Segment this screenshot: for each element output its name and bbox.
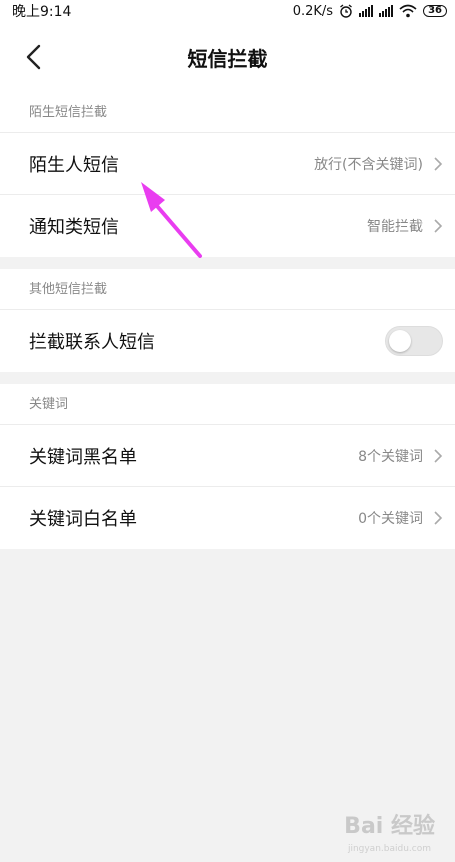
row-label: 关键词白名单 [29, 509, 137, 530]
back-arrow-icon[interactable] [22, 44, 46, 70]
chevron-right-icon [434, 219, 443, 233]
row-value: 智能拦截 [367, 219, 423, 235]
watermark-url: jingyan.baidu.com [347, 844, 431, 854]
row-value: 8个关键词 [358, 448, 423, 465]
status-time: 晚上9:14 [12, 4, 72, 20]
chevron-right-icon [434, 511, 443, 525]
block-contacts-toggle[interactable] [385, 326, 443, 356]
chevron-right-icon [434, 156, 443, 171]
row-keyword-blacklist[interactable]: 关键词黑名单 8个关键词 [0, 425, 455, 487]
row-block-contact-sms: 拦截联系人短信 [0, 310, 455, 372]
watermark-logo: Bai 经验 [344, 814, 435, 839]
row-label: 拦截联系人短信 [29, 332, 155, 353]
nav-header: 短信拦截 [0, 22, 455, 92]
status-bar: 晚上9:14 0.2K/s 36 [0, 0, 455, 22]
row-label: 陌生人短信 [29, 154, 119, 176]
page-title: 短信拦截 [187, 46, 268, 71]
section-other-sms: 其他短信拦截 拦截联系人短信 [0, 269, 455, 372]
signal-icon-1 [359, 5, 374, 17]
chevron-right-icon [434, 448, 443, 463]
row-value: 0个关键词 [358, 511, 423, 527]
status-icons: 0.2K/s 36 [293, 4, 447, 19]
row-stranger-sms[interactable]: 陌生人短信 放行(不含关键词) [0, 133, 455, 195]
battery-icon: 36 [423, 5, 447, 17]
alarm-icon [340, 4, 352, 18]
section-label: 其他短信拦截 [0, 269, 455, 310]
network-speed: 0.2K/s [292, 3, 334, 19]
row-label: 关键词黑名单 [29, 446, 137, 468]
signal-icon-2 [379, 5, 394, 17]
toggle-knob [389, 330, 411, 352]
row-keyword-whitelist[interactable]: 关键词白名单 0个关键词 [0, 487, 455, 549]
row-label: 通知类短信 [29, 217, 119, 238]
section-keywords: 关键词 关键词黑名单 8个关键词 关键词白名单 0个关键词 [0, 384, 455, 549]
section-label: 陌生短信拦截 [0, 92, 455, 133]
row-notification-sms[interactable]: 通知类短信 智能拦截 [0, 195, 455, 257]
section-label: 关键词 [0, 384, 455, 425]
wifi-icon [399, 4, 417, 18]
row-value: 放行(不含关键词) [314, 156, 423, 173]
section-stranger-sms: 陌生短信拦截 陌生人短信 放行(不含关键词) 通知类短信 智能拦截 [0, 92, 455, 257]
